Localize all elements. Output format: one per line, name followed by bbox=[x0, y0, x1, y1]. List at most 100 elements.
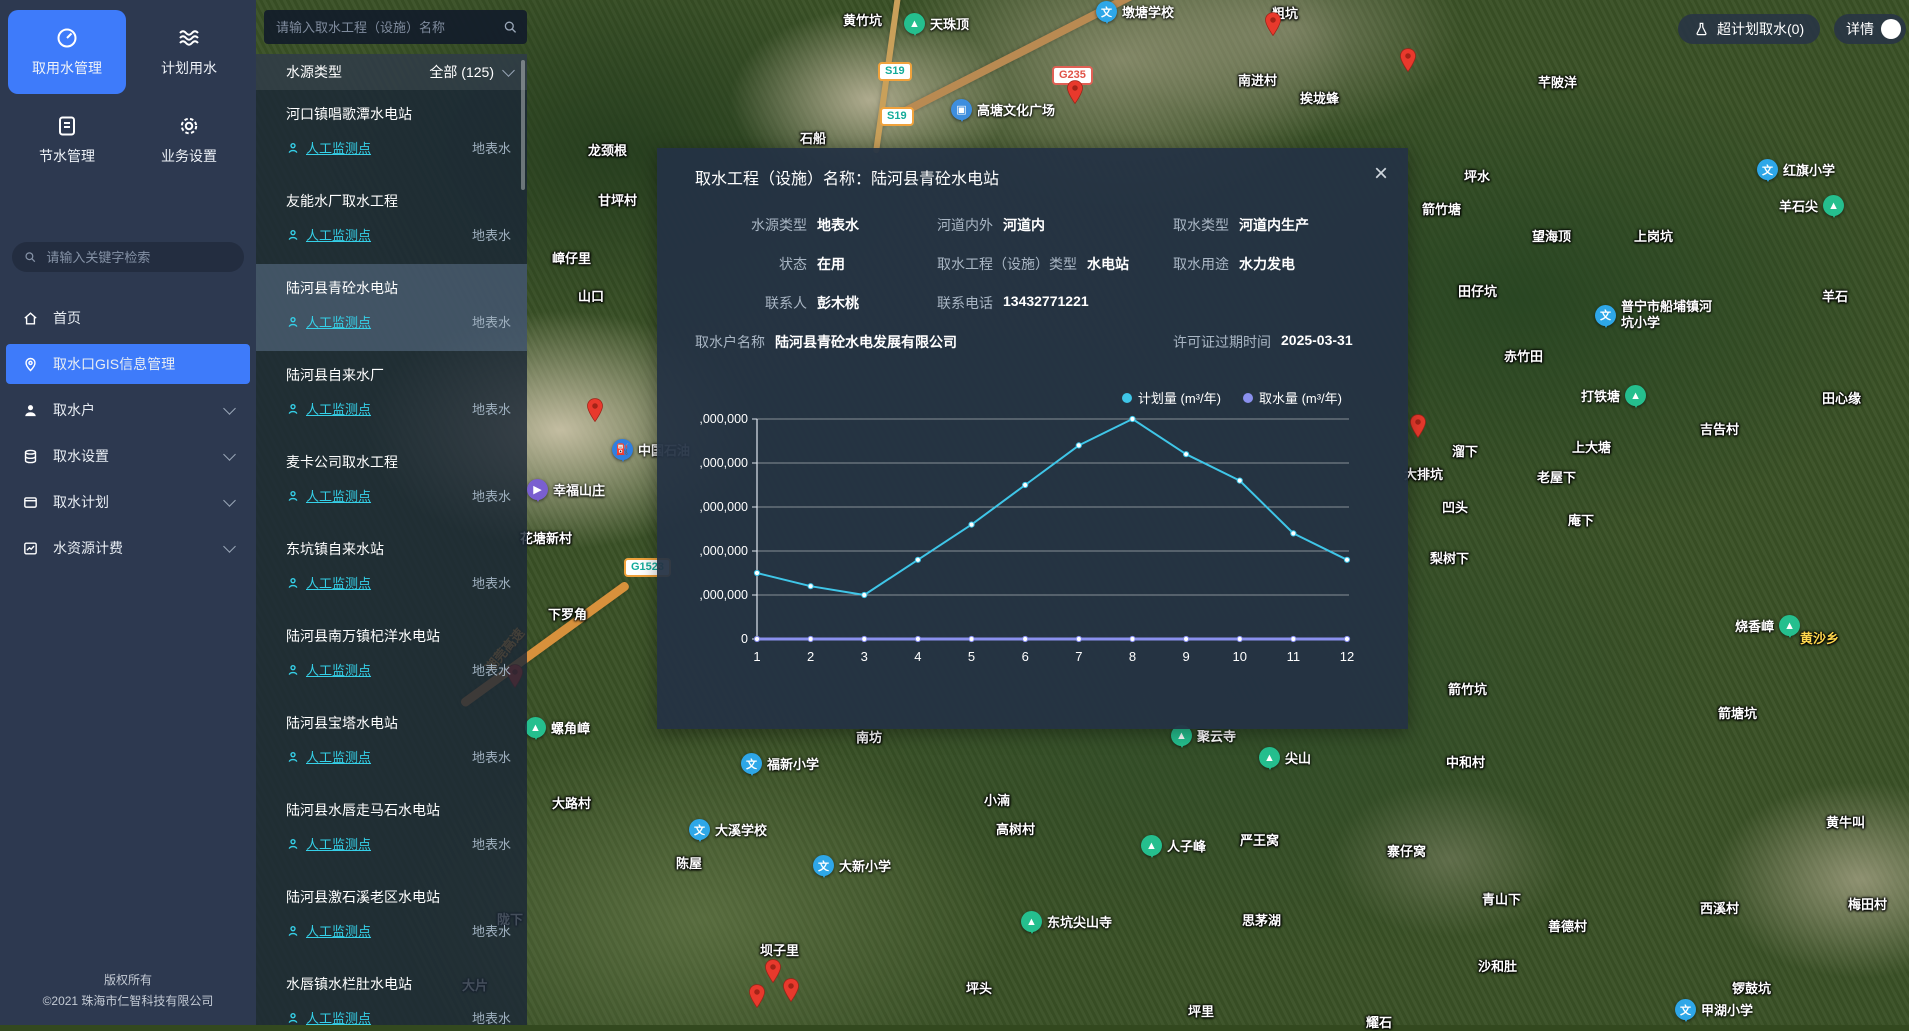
monitor-type-link[interactable]: 人工监测点 bbox=[306, 573, 371, 592]
sidebar-item-4[interactable]: 取水设置 bbox=[6, 436, 250, 476]
sidebar-search-input[interactable] bbox=[44, 249, 232, 266]
filter-value[interactable]: 全部 (125) bbox=[429, 62, 494, 82]
facility-list-item[interactable]: 陆河县激石溪老区水电站人工监测点地表水 bbox=[256, 873, 527, 960]
map-poi-school[interactable]: 文墩塘学校 bbox=[1096, 1, 1174, 22]
water-source-type: 地表水 bbox=[472, 312, 511, 331]
sidebar-item-2[interactable]: 取水口GIS信息管理 bbox=[6, 344, 250, 384]
map-poi-mount[interactable]: ▲螺角嶂 bbox=[525, 717, 590, 738]
sidebar-item-3[interactable]: 取水户 bbox=[6, 390, 250, 430]
map-poi-mount[interactable]: 烧香嶂▲ bbox=[1735, 615, 1800, 636]
sidebar-item-label: 取水口GIS信息管理 bbox=[53, 354, 234, 374]
sidebar-item-6[interactable]: 水资源计费 bbox=[6, 528, 250, 568]
chevron-down-icon bbox=[223, 402, 236, 415]
monitor-type-link[interactable]: 人工监测点 bbox=[306, 660, 371, 679]
map-place-label: 思茅湖 bbox=[1242, 910, 1281, 929]
map-poi-mount[interactable]: ▲天珠顶 bbox=[904, 13, 969, 34]
search-icon[interactable] bbox=[503, 19, 517, 35]
red-map-pin[interactable] bbox=[1064, 78, 1086, 108]
map-place-label: 赤竹田 bbox=[1504, 346, 1543, 365]
monitor-type-link[interactable]: 人工监测点 bbox=[306, 834, 371, 853]
intake-plan-chart: 01,000,0002,000,0003,000,0004,000,0005,0… bbox=[699, 411, 1382, 672]
map-poi-mount[interactable]: 羊石尖▲ bbox=[1779, 195, 1844, 216]
facility-list-item[interactable]: 陆河县自来水厂人工监测点地表水 bbox=[256, 351, 527, 438]
detail-toggle[interactable]: 详情 bbox=[1834, 14, 1906, 44]
waves-icon bbox=[177, 26, 201, 50]
map-poi-play[interactable]: ▶幸福山庄 bbox=[527, 479, 605, 500]
legend-item[interactable]: 计划量 (m³/年) bbox=[1122, 388, 1221, 407]
app-button-2[interactable]: 计划用水 bbox=[130, 10, 248, 94]
map-poi-school[interactable]: 文大溪学校 bbox=[689, 819, 767, 840]
app-button-1[interactable]: 取用水管理 bbox=[8, 10, 126, 94]
facility-list-item[interactable]: 东坑镇自来水站人工监测点地表水 bbox=[256, 525, 527, 612]
sidebar-search[interactable] bbox=[12, 242, 244, 272]
facility-list-item[interactable]: 麦卡公司取水工程人工监测点地表水 bbox=[256, 438, 527, 525]
app-button-3[interactable]: 节水管理 bbox=[8, 98, 126, 182]
sidebar-item-1[interactable]: 首页 bbox=[6, 298, 250, 338]
red-map-pin[interactable] bbox=[1262, 10, 1284, 40]
monitor-type-link[interactable]: 人工监测点 bbox=[306, 921, 371, 940]
monitor-type-link[interactable]: 人工监测点 bbox=[306, 747, 371, 766]
map-poi-mount[interactable]: ▲东坑尖山寺 bbox=[1021, 911, 1112, 932]
map-poi-school[interactable]: 文普宁市船埔镇河坑小学 bbox=[1595, 299, 1717, 332]
home-icon bbox=[22, 310, 39, 327]
svg-text:6: 6 bbox=[1022, 649, 1029, 664]
facility-name: 东坑镇自来水站 bbox=[286, 539, 511, 559]
map-poi-school[interactable]: 文福新小学 bbox=[741, 753, 819, 774]
facility-list-item[interactable]: 陆河县青砼水电站人工监测点地表水 bbox=[256, 264, 527, 351]
map-place-label: 坪头 bbox=[966, 978, 992, 997]
sidebar: 取用水管理 计划用水节水管理业务设置 首页取水口GIS信息管理取水户取水设置取水计… bbox=[0, 0, 256, 1025]
poi-label: 羊石尖 bbox=[1779, 196, 1818, 215]
monitor-type-link[interactable]: 人工监测点 bbox=[306, 225, 371, 244]
legend-item[interactable]: 取水量 (m³/年) bbox=[1243, 388, 1342, 407]
red-map-pin[interactable] bbox=[780, 976, 802, 1006]
red-map-pin[interactable] bbox=[1397, 46, 1419, 76]
map-poi-mount[interactable]: 打铁塘▲ bbox=[1581, 385, 1646, 406]
red-map-pin[interactable] bbox=[584, 396, 606, 426]
map-place-label: 青山下 bbox=[1482, 889, 1521, 908]
sidebar-item-5[interactable]: 取水计划 bbox=[6, 482, 250, 522]
facility-list-item[interactable]: 河口镇唱歌潭水电站人工监测点地表水 bbox=[256, 90, 527, 177]
filter-label: 水源类型 bbox=[286, 62, 429, 82]
bill-icon bbox=[22, 540, 39, 557]
facility-list-item[interactable]: 友能水厂取水工程人工监测点地表水 bbox=[256, 177, 527, 264]
map-poi-school[interactable]: 文大新小学 bbox=[813, 855, 891, 876]
facility-list-item[interactable]: 陆河县水唇走马石水电站人工监测点地表水 bbox=[256, 786, 527, 873]
map-poi-mount[interactable]: ▲尖山 bbox=[1259, 747, 1311, 768]
monitor-type-link[interactable]: 人工监测点 bbox=[306, 486, 371, 505]
monitor-type-link[interactable]: 人工监测点 bbox=[306, 1008, 371, 1025]
field-label: 状态 bbox=[695, 254, 807, 274]
red-map-pin[interactable] bbox=[1407, 412, 1429, 442]
map-poi-school[interactable]: 文甲湖小学 bbox=[1675, 999, 1753, 1020]
toggle-knob[interactable] bbox=[1881, 19, 1901, 39]
scrollbar-thumb[interactable] bbox=[521, 60, 525, 190]
chevron-down-icon[interactable] bbox=[502, 64, 515, 77]
monitor-type-link[interactable]: 人工监测点 bbox=[306, 399, 371, 418]
app-button-4[interactable]: 业务设置 bbox=[130, 98, 248, 182]
water-source-type: 地表水 bbox=[472, 660, 511, 679]
map-place-label: 坪里 bbox=[1188, 1001, 1214, 1020]
field-value: 地表水 bbox=[817, 215, 859, 235]
user-icon bbox=[22, 402, 39, 419]
facility-list-item[interactable]: 陆河县南万镇杞洋水电站人工监测点地表水 bbox=[256, 612, 527, 699]
map-poi-building[interactable]: ▣高塘文化广场 bbox=[951, 99, 1055, 120]
monitor-type-link[interactable]: 人工监测点 bbox=[306, 312, 371, 331]
school-icon: 文 bbox=[741, 753, 762, 774]
red-map-pin[interactable] bbox=[746, 982, 768, 1012]
sidebar-item-label: 取水计划 bbox=[53, 492, 211, 512]
app-label: 取用水管理 bbox=[32, 58, 102, 78]
facility-name: 陆河县宝塔水电站 bbox=[286, 713, 511, 733]
map-poi-school[interactable]: 文红旗小学 bbox=[1757, 159, 1835, 180]
facility-list-item[interactable]: 水唇镇水栏肚水电站人工监测点地表水 bbox=[256, 960, 527, 1025]
close-icon[interactable]: × bbox=[1374, 165, 1388, 183]
db-icon bbox=[22, 448, 39, 465]
svg-text:3: 3 bbox=[861, 649, 868, 664]
facility-name: 陆河县水唇走马石水电站 bbox=[286, 800, 511, 820]
facility-search-input[interactable] bbox=[274, 19, 497, 36]
over-plan-intake-button[interactable]: 超计划取水(0) bbox=[1678, 14, 1820, 44]
facility-search[interactable] bbox=[264, 10, 527, 44]
source-type-filter[interactable]: 水源类型 全部 (125) bbox=[256, 54, 527, 90]
facility-list-item[interactable]: 陆河县宝塔水电站人工监测点地表水 bbox=[256, 699, 527, 786]
map-place-label: 陈屋 bbox=[676, 853, 702, 872]
map-poi-mount[interactable]: ▲人子峰 bbox=[1141, 835, 1206, 856]
monitor-type-link[interactable]: 人工监测点 bbox=[306, 138, 371, 157]
